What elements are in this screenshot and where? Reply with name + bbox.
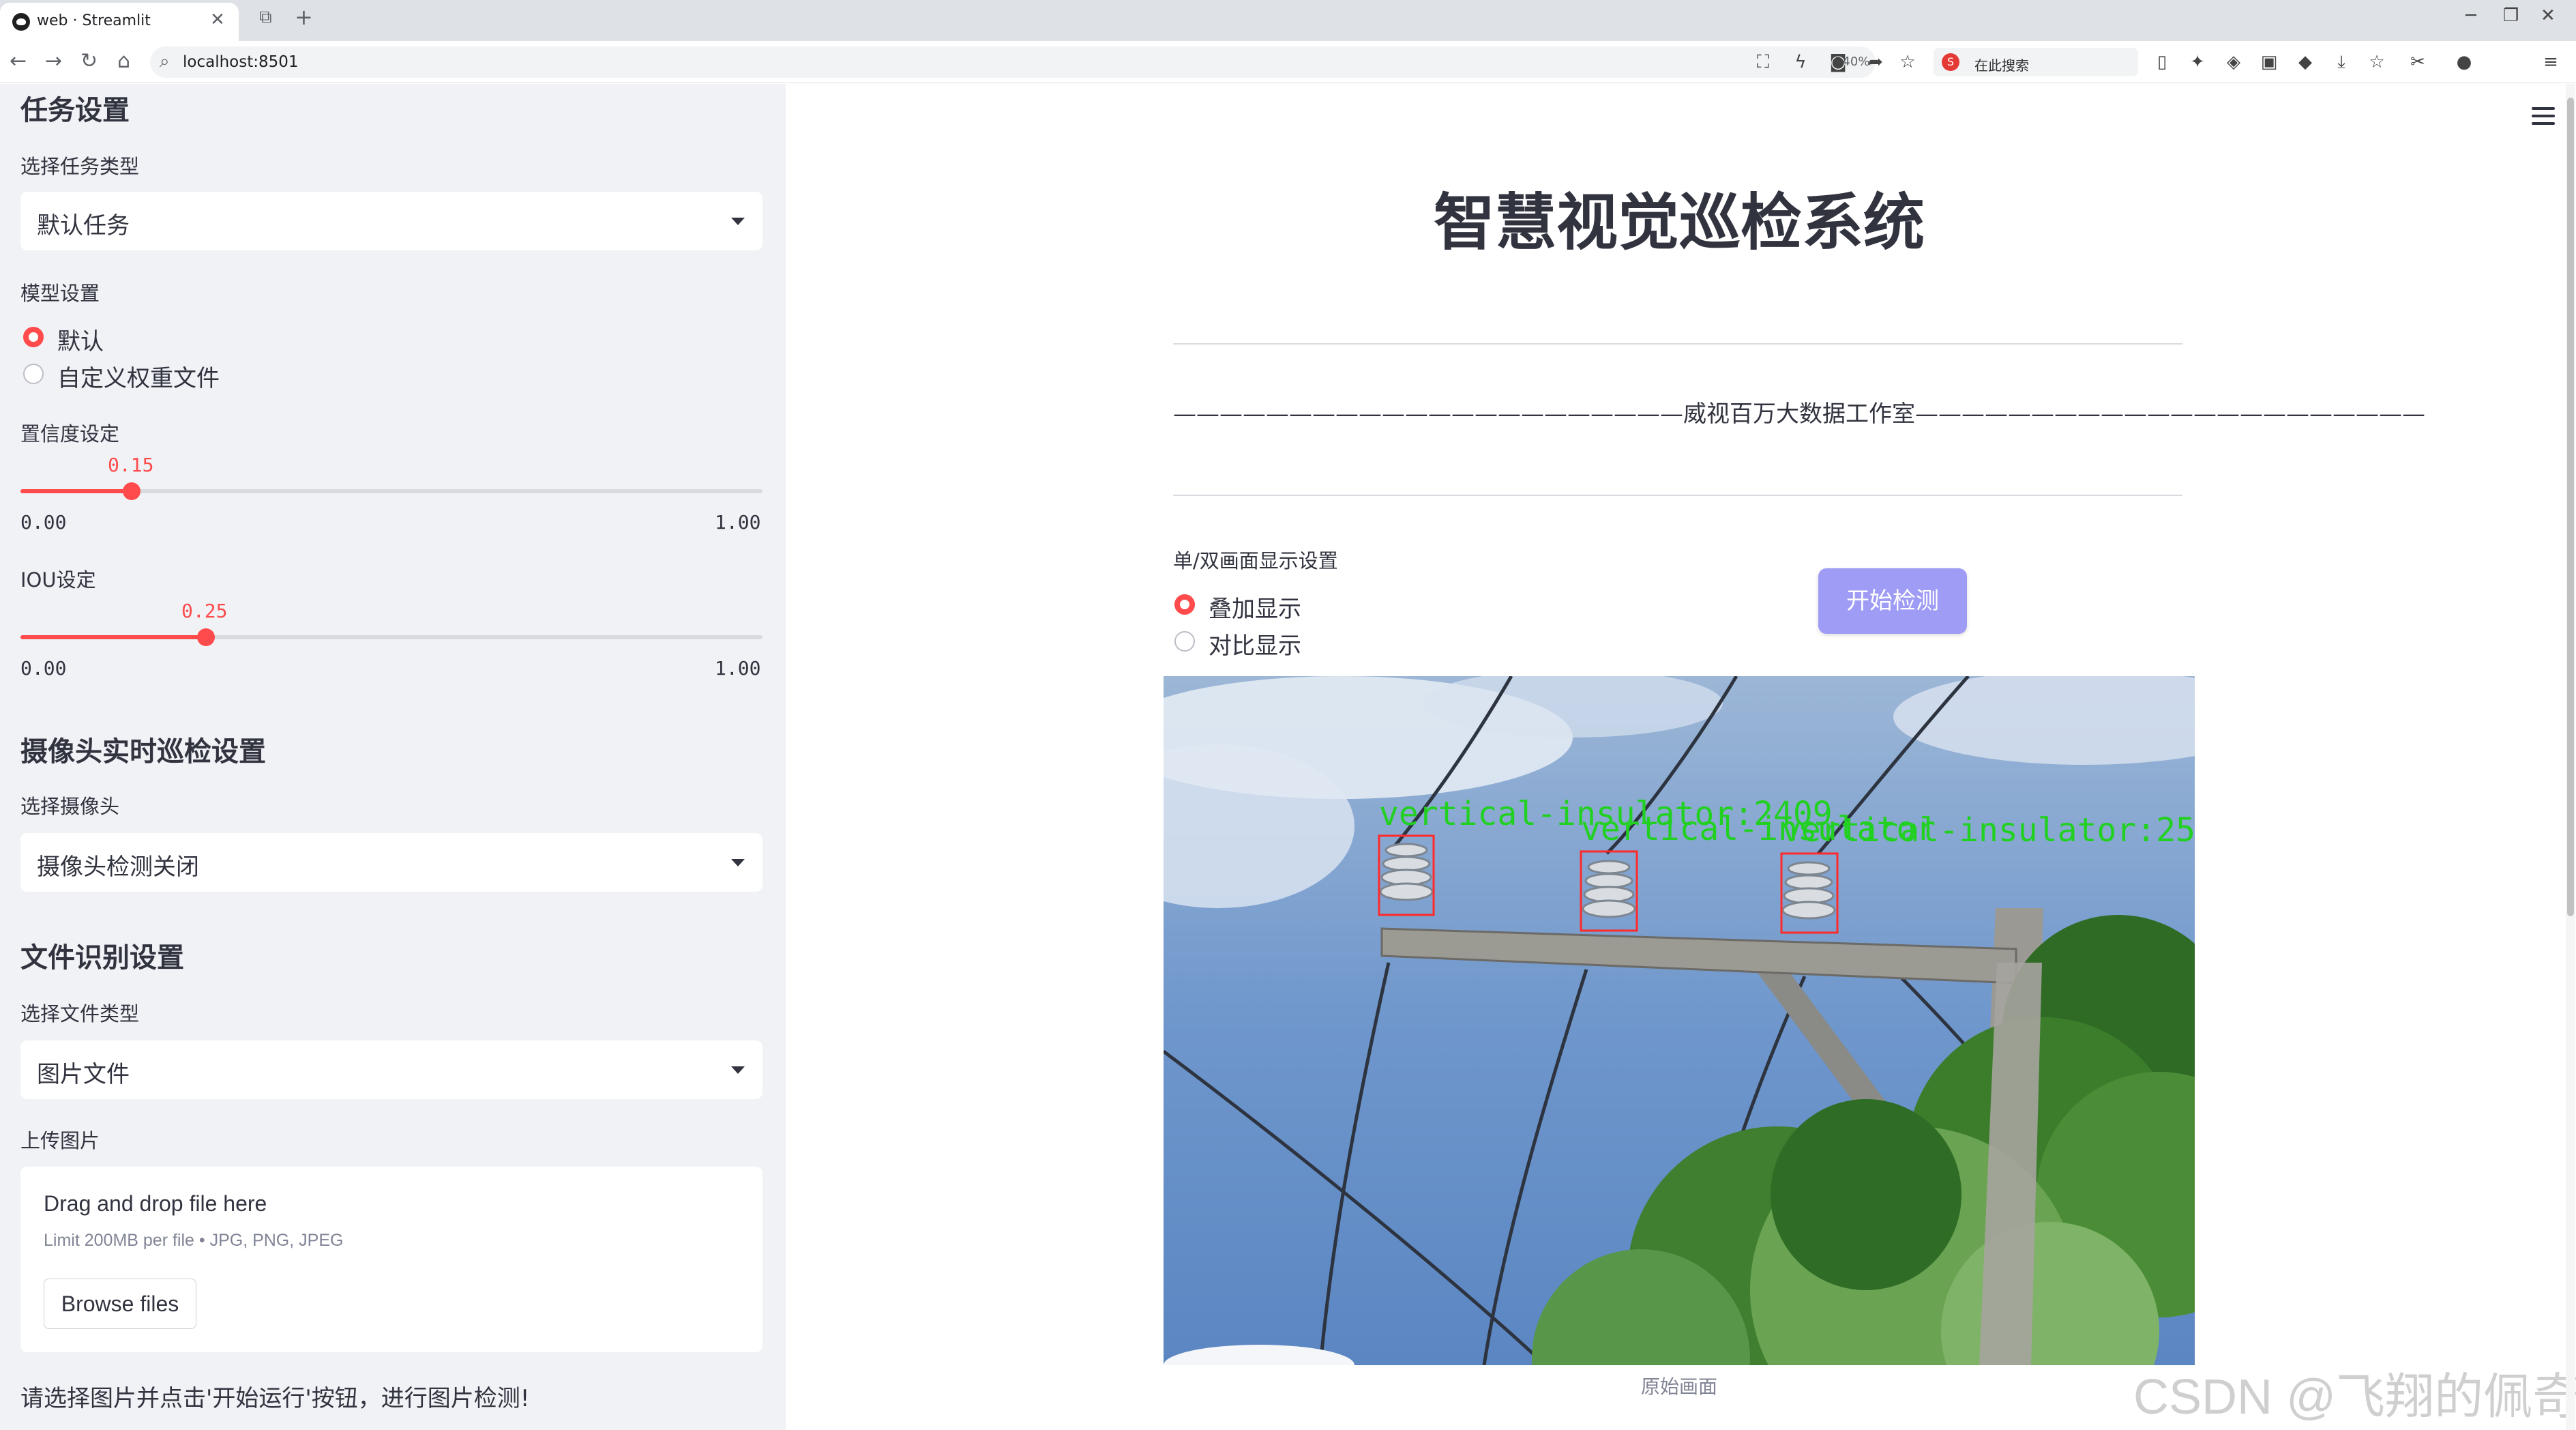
extension-tag-icon[interactable]: ◈ bbox=[2223, 52, 2244, 72]
iou-slider-max: 1.00 bbox=[715, 657, 761, 680]
sidebar-instruction: 请选择图片并点击'开始运行'按钮，进行图片检测! bbox=[20, 1385, 530, 1412]
divider bbox=[1173, 495, 2182, 496]
tab-title: web · Streamlit bbox=[37, 12, 151, 29]
screenshot-icon[interactable]: ◙ bbox=[1828, 52, 1848, 72]
file-section-heading: 文件识别设置 bbox=[20, 942, 184, 974]
new-tab-icon[interactable]: + bbox=[295, 4, 313, 30]
detection-image: vertical-insulator:2409 vertical-insulat… bbox=[1164, 676, 2195, 1365]
file-type-value: 图片文件 bbox=[37, 1061, 130, 1088]
page-title-text: 智慧视觉巡检系统 bbox=[1434, 187, 1925, 259]
home-icon[interactable]: ⌂ bbox=[117, 49, 130, 73]
radio-unselected-icon bbox=[1174, 631, 1195, 652]
task-type-value: 默认任务 bbox=[37, 212, 130, 239]
lightning-icon[interactable]: ϟ bbox=[1790, 52, 1811, 72]
task-type-label: 选择任务类型 bbox=[20, 155, 140, 178]
chevron-down-icon bbox=[731, 1066, 745, 1074]
main-content: 智慧视觉巡检系统 ——————————————————————威视百万大数据工作… bbox=[786, 84, 2576, 1430]
start-detection-button[interactable]: 开始检测 bbox=[1818, 568, 1967, 634]
iou-slider-min: 0.00 bbox=[20, 657, 67, 680]
forward-icon[interactable]: → bbox=[45, 49, 62, 73]
bookmark-star-icon[interactable]: ☆ bbox=[1897, 52, 1918, 72]
image-caption: 原始画面 bbox=[1640, 1375, 1717, 1398]
uploader-main-text: Drag and drop file here bbox=[44, 1191, 267, 1216]
detection-image-svg: vertical-insulator:2409 vertical-insulat… bbox=[1164, 676, 2195, 1365]
conf-label: 置信度设定 bbox=[20, 422, 120, 446]
page-title: 智慧视觉巡检系统 bbox=[786, 173, 2573, 261]
iou-label: IOU设定 bbox=[20, 568, 96, 592]
extension-app-icon[interactable]: ◆ bbox=[2295, 52, 2315, 72]
conf-slider-min: 0.00 bbox=[20, 511, 67, 534]
reload-icon[interactable]: ↻ bbox=[80, 49, 98, 73]
browser-tab[interactable]: web · Streamlit ✕ bbox=[0, 3, 239, 41]
chevron-down-icon bbox=[731, 859, 745, 866]
upload-label: 上传图片 bbox=[20, 1129, 100, 1152]
browse-files-button[interactable]: Browse files bbox=[44, 1279, 196, 1329]
conf-slider-value: 0.15 bbox=[108, 454, 154, 476]
model-label: 模型设置 bbox=[20, 282, 100, 305]
display-option-label: 叠加显示 bbox=[1209, 596, 1301, 623]
download-icon[interactable]: ⤓ bbox=[2331, 52, 2352, 72]
page-scrollbar[interactable] bbox=[2566, 84, 2575, 1430]
restore-icon[interactable]: ❐ bbox=[2503, 5, 2519, 26]
search-placeholder: 在此搜索 bbox=[1974, 57, 2029, 74]
scrollbar-thumb[interactable] bbox=[2567, 98, 2574, 916]
conf-slider-thumb[interactable] bbox=[123, 482, 141, 500]
browser-navbar: ← → ↻ ⌂ ⌕ localhost:8501 140% ⛶ ϟ ◙ ➦ ☆ … bbox=[0, 41, 2576, 83]
model-option-label: 默认 bbox=[57, 328, 104, 355]
url-text: localhost:8501 bbox=[183, 53, 299, 71]
camera-select[interactable]: 摄像头检测关闭 bbox=[20, 833, 763, 892]
detection-label: vertical-insulator:2590 bbox=[1781, 811, 2195, 849]
address-bar[interactable]: ⌕ localhost:8501 140% bbox=[150, 46, 1876, 78]
divider bbox=[1173, 343, 2182, 345]
conf-slider-fill bbox=[20, 489, 132, 493]
iou-slider-fill bbox=[20, 635, 206, 639]
close-icon[interactable]: ✕ bbox=[210, 10, 225, 30]
streamlit-menu-icon[interactable] bbox=[2532, 107, 2555, 125]
display-option-label: 对比显示 bbox=[1209, 632, 1301, 660]
search-engine-logo-icon: S bbox=[1942, 53, 1959, 71]
iou-slider-thumb[interactable] bbox=[197, 628, 215, 646]
translate-icon[interactable]: ⛶ bbox=[1753, 52, 1773, 72]
extension-ai-icon[interactable]: ✦ bbox=[2187, 52, 2208, 72]
avatar-icon[interactable]: ● bbox=[2454, 52, 2474, 72]
browser-tabbar: web · Streamlit ✕ ⧉ + ─ ❐ ✕ bbox=[0, 0, 2576, 41]
phone-icon[interactable]: ▯ bbox=[2152, 52, 2172, 72]
csdn-watermark: CSDN @飞翔的佩奇 bbox=[2133, 1370, 2576, 1425]
window-close-icon[interactable]: ✕ bbox=[2541, 5, 2556, 26]
display-mode-label: 单/双画面显示设置 bbox=[1173, 549, 1338, 572]
task-section-heading: 任务设置 bbox=[20, 95, 130, 126]
conf-slider-max: 1.00 bbox=[715, 511, 761, 534]
browser-search-box[interactable]: S 在此搜索 bbox=[1934, 48, 2138, 76]
favorites-icon[interactable]: ☆ bbox=[2367, 52, 2387, 72]
tab-group-icon[interactable]: ⧉ bbox=[259, 7, 272, 28]
conf-slider[interactable] bbox=[20, 482, 763, 500]
share-icon[interactable]: ➦ bbox=[1865, 52, 1886, 72]
menu-icon[interactable]: ≡ bbox=[2541, 52, 2561, 72]
back-icon[interactable]: ← bbox=[10, 49, 27, 73]
minimize-icon[interactable]: ─ bbox=[2466, 5, 2476, 26]
file-type-label: 选择文件类型 bbox=[20, 1002, 140, 1025]
file-type-select[interactable]: 图片文件 bbox=[20, 1040, 763, 1099]
file-uploader-dropzone[interactable]: Drag and drop file here Limit 200MB per … bbox=[20, 1167, 763, 1352]
radio-selected-icon bbox=[1174, 594, 1195, 615]
search-icon: ⌕ bbox=[160, 51, 170, 72]
iou-slider[interactable] bbox=[20, 628, 763, 646]
camera-value: 摄像头检测关闭 bbox=[37, 853, 199, 881]
chevron-down-icon bbox=[731, 218, 745, 225]
streamlit-favicon-icon bbox=[12, 13, 30, 31]
camera-label: 选择摄像头 bbox=[20, 795, 120, 818]
model-option-label: 自定义权重文件 bbox=[57, 365, 220, 392]
tools-icon[interactable]: ✂ bbox=[2408, 52, 2428, 72]
task-type-select[interactable]: 默认任务 bbox=[20, 192, 763, 250]
iou-slider-value: 0.25 bbox=[181, 600, 228, 622]
uploader-limit-text: Limit 200MB per file • JPG, PNG, JPEG bbox=[44, 1231, 344, 1250]
extension-translate-icon[interactable]: ▣ bbox=[2259, 52, 2279, 72]
studio-banner: ——————————————————————威视百万大数据工作室————————… bbox=[1173, 400, 2425, 428]
radio-selected-icon bbox=[23, 327, 44, 347]
camera-section-heading: 摄像头实时巡检设置 bbox=[20, 736, 266, 768]
radio-unselected-icon bbox=[23, 364, 44, 384]
